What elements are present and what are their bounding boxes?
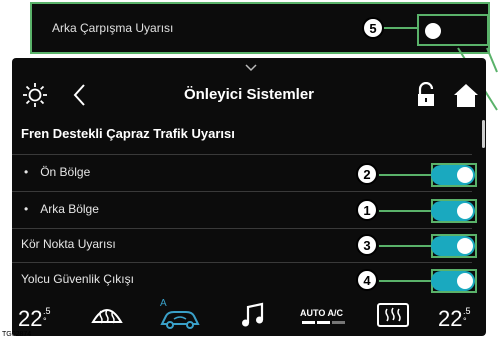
callout-badge-1: 1 bbox=[356, 199, 378, 221]
top-bar: Önleyici Sistemler bbox=[12, 76, 486, 116]
music-icon[interactable] bbox=[240, 302, 266, 328]
front-zone-toggle[interactable] bbox=[431, 165, 475, 185]
callout-connector-3 bbox=[379, 245, 431, 247]
right-temperature-decimal: .5 ° bbox=[463, 306, 471, 326]
rear-collision-warning-label: Arka Çarpışma Uyarısı bbox=[52, 21, 174, 35]
rear-defrost-icon[interactable] bbox=[376, 301, 410, 329]
toggle-knob bbox=[457, 203, 473, 219]
auto-ac-label[interactable]: AUTO A/C bbox=[300, 308, 343, 318]
figure-code: TG02874 bbox=[2, 331, 32, 338]
callout-badge-3: 3 bbox=[356, 234, 378, 256]
callout-connector-1 bbox=[379, 210, 431, 212]
pulldown-handle-icon[interactable] bbox=[245, 64, 257, 75]
section-header: Fren Destekli Çapraz Trafik Uyarısı bbox=[21, 126, 235, 141]
recirculation-icon[interactable]: A bbox=[158, 298, 202, 332]
callout-badge-4: 4 bbox=[356, 269, 378, 291]
list-item-safe-exit-assist[interactable]: Yolcu Güvenlik Çıkışı bbox=[21, 272, 134, 286]
divider bbox=[12, 228, 472, 229]
toggle-knob bbox=[457, 238, 473, 254]
infotainment-screen: Önleyici Sistemler Fren Destekli Çapraz … bbox=[12, 58, 486, 336]
scrollbar[interactable] bbox=[482, 120, 485, 148]
callout-connector-2 bbox=[379, 174, 431, 176]
toggle-knob bbox=[457, 167, 473, 183]
callout-badge-2: 2 bbox=[356, 163, 378, 185]
home-icon[interactable] bbox=[452, 82, 480, 108]
divider bbox=[12, 191, 472, 192]
divider bbox=[12, 262, 472, 263]
blind-spot-warning-toggle[interactable] bbox=[431, 236, 475, 256]
callout-connector-4 bbox=[379, 280, 431, 282]
toggle-knob bbox=[425, 23, 441, 39]
list-item-front-zone[interactable]: • Ön Bölge bbox=[24, 165, 90, 179]
list-item-rear-zone[interactable]: • Arka Bölge bbox=[24, 202, 99, 216]
toggle-knob bbox=[457, 273, 473, 289]
unlock-icon[interactable] bbox=[415, 82, 437, 108]
right-temperature[interactable]: 22 bbox=[438, 306, 462, 332]
divider bbox=[12, 154, 472, 155]
climate-bar: 22 .5 ° A AUTO A/C 22 .5 ° bbox=[12, 292, 486, 336]
rear-collision-warning-toggle[interactable] bbox=[424, 21, 474, 41]
list-item-blind-spot-warning[interactable]: Kör Nokta Uyarısı bbox=[21, 237, 116, 251]
left-temperature-decimal: .5 ° bbox=[43, 306, 51, 326]
callout-connector-5 bbox=[382, 27, 418, 29]
callout-panel: Arka Çarpışma Uyarısı bbox=[30, 2, 490, 54]
callout-badge-5: 5 bbox=[362, 17, 384, 39]
auto-ac-level-icon bbox=[302, 321, 346, 324]
safe-exit-assist-toggle[interactable] bbox=[431, 271, 475, 291]
front-defrost-icon[interactable] bbox=[90, 302, 124, 328]
left-temperature[interactable]: 22 bbox=[18, 306, 42, 332]
rear-zone-toggle[interactable] bbox=[431, 201, 475, 221]
